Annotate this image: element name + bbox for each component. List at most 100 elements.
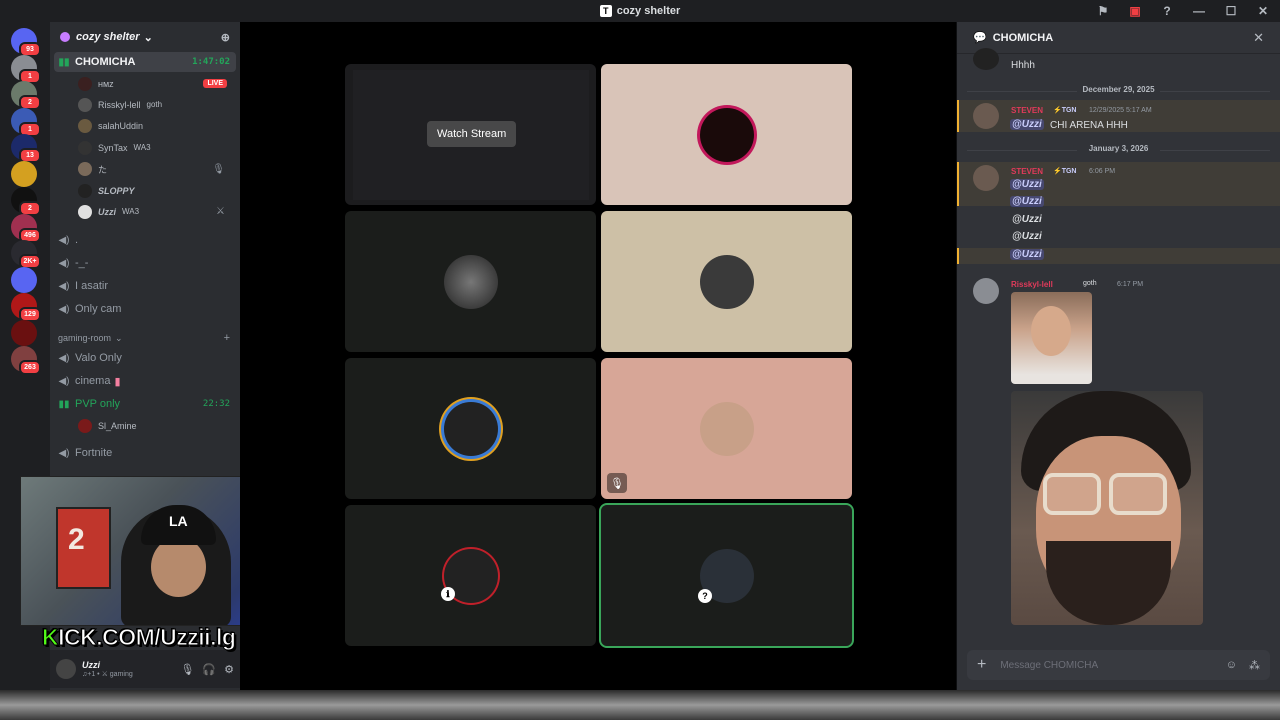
watch-stream-button[interactable]: Watch Stream bbox=[427, 121, 517, 147]
server-icon[interactable]: 1 bbox=[11, 54, 41, 84]
voice-user[interactable]: Uzzi WA3 ⚔ bbox=[78, 202, 233, 221]
user-name: Sl_Amine bbox=[98, 420, 137, 431]
inbox-icon[interactable]: ⚑ bbox=[1096, 4, 1110, 18]
voice-user[interactable]: SLOPPY bbox=[78, 181, 233, 200]
message-timestamp: 6:06 PM bbox=[1089, 168, 1116, 175]
microphone-icon[interactable]: 🎙 bbox=[180, 663, 194, 676]
message-text: CHI ARENA HHH bbox=[1050, 120, 1128, 131]
avatar bbox=[443, 254, 498, 309]
voice-channel-asatir[interactable]: ◀) I asatir bbox=[54, 276, 236, 296]
server-icon[interactable]: 2 bbox=[11, 81, 41, 110]
server-icon[interactable] bbox=[11, 160, 37, 187]
image-attachment[interactable] bbox=[1011, 391, 1203, 625]
message-author[interactable]: Risskyl-lell bbox=[1011, 280, 1053, 289]
help-icon[interactable]: ? bbox=[1160, 4, 1174, 18]
maximize-button[interactable]: ☐ bbox=[1224, 4, 1238, 18]
voice-user[interactable]: た 🎙 bbox=[78, 160, 233, 179]
avatar[interactable] bbox=[973, 278, 999, 304]
server-icon[interactable] bbox=[11, 319, 37, 346]
voice-channel-valo[interactable]: ◀) Valo Only bbox=[54, 348, 236, 368]
avatar bbox=[699, 254, 754, 309]
mention-highlight bbox=[957, 248, 1280, 264]
speaker-icon: ◀) bbox=[58, 352, 70, 364]
message-author[interactable]: STEVEN bbox=[1011, 167, 1043, 176]
server-icon[interactable]: 496 bbox=[11, 213, 41, 243]
voice-channel-only-cam[interactable]: ◀) Only cam bbox=[54, 299, 236, 319]
gear-icon[interactable]: ⚙ bbox=[224, 663, 234, 676]
emoji-icon[interactable]: ☺ bbox=[1226, 659, 1237, 672]
voice-user-sl-amine[interactable]: Sl_Amine bbox=[78, 416, 233, 435]
stream-tile[interactable]: Watch Stream bbox=[345, 64, 596, 205]
voice-user[interactable]: SynTax WA3 bbox=[78, 138, 233, 157]
voice-channel-dot[interactable]: ◀). bbox=[54, 230, 236, 250]
server-icon[interactable] bbox=[11, 266, 37, 293]
close-window-button[interactable]: ✕ bbox=[1256, 4, 1270, 18]
attachment-beard bbox=[1046, 541, 1171, 625]
speaker-icon: ◀) bbox=[58, 447, 70, 459]
voice-channel-cinema[interactable]: ◀) cinema ▮ bbox=[54, 371, 236, 391]
voice-channel-chomicha[interactable]: ▮▮ CHOMICHA 1:47:02 bbox=[54, 52, 236, 72]
server-icon[interactable]: 129 bbox=[11, 293, 41, 322]
avatar[interactable] bbox=[973, 165, 999, 191]
live-badge: LIVE bbox=[203, 79, 227, 88]
headphones-icon[interactable]: 🎧 bbox=[202, 663, 216, 676]
chevron-down-icon: ⌄ bbox=[115, 332, 123, 343]
voice-channel-fortnite[interactable]: ◀) Fortnite bbox=[54, 443, 236, 463]
date-divider: December 29, 2025 bbox=[967, 85, 1270, 97]
user-name: SLOPPY bbox=[98, 185, 135, 196]
participant-tile[interactable] bbox=[345, 358, 596, 499]
server-icon[interactable]: 263 bbox=[11, 346, 41, 375]
user-mention[interactable]: @Uzzi bbox=[1010, 249, 1044, 260]
voice-channel-dashes[interactable]: ◀) -_- bbox=[54, 253, 236, 273]
speaker-icon: ◀) bbox=[58, 280, 70, 292]
server-icon[interactable]: 2K+ bbox=[11, 240, 41, 269]
author-badge: goth bbox=[1083, 280, 1097, 287]
server-header[interactable]: cozy shelter ⌄ ⊕ bbox=[50, 22, 240, 52]
avatar[interactable] bbox=[56, 659, 76, 679]
voice-channel-pvp[interactable]: ▮▮ PVP only 22:32 bbox=[54, 394, 236, 414]
screen-share-icon[interactable]: ▣ bbox=[1128, 4, 1142, 18]
image-attachment[interactable] bbox=[1011, 292, 1092, 384]
participant-tile[interactable]: 🎙 bbox=[601, 358, 852, 499]
user-status: ♫+1 • ⚔ gaming bbox=[82, 671, 133, 678]
voice-user[interactable]: Risskyl-lell goth bbox=[78, 95, 233, 114]
attach-plus-icon[interactable]: + bbox=[977, 656, 986, 674]
message-input[interactable]: Message CHOMICHA bbox=[1000, 660, 1098, 671]
voice-user[interactable]: ʜᴍᴢ LIVE bbox=[78, 74, 233, 93]
streamer-face bbox=[151, 537, 206, 597]
avatar[interactable] bbox=[973, 103, 999, 129]
category-gaming-room[interactable]: gaming-room ⌄ + bbox=[58, 330, 236, 346]
user-mention[interactable]: @Uzzi bbox=[1010, 214, 1044, 225]
user-name: Risskyl-lell bbox=[98, 99, 141, 110]
user-mention[interactable]: @Uzzi bbox=[1010, 196, 1044, 207]
chevron-down-icon: ⌄ bbox=[143, 31, 153, 44]
avatar bbox=[78, 119, 92, 134]
message-text: Hhhh bbox=[1011, 60, 1035, 71]
channel-name: cinema bbox=[75, 375, 111, 387]
minimize-button[interactable]: — bbox=[1192, 4, 1206, 18]
server-icon[interactable]: 2 bbox=[11, 187, 41, 216]
server-icon[interactable]: 13 bbox=[11, 134, 41, 163]
user-mention[interactable]: @Uzzi bbox=[1010, 179, 1044, 190]
apps-icon[interactable]: ⁂ bbox=[1249, 659, 1260, 672]
background-strip bbox=[0, 690, 1280, 720]
add-friend-icon[interactable]: ⊕ bbox=[221, 31, 230, 44]
speaker-icon: ◀) bbox=[58, 234, 70, 246]
participant-tile[interactable] bbox=[345, 211, 596, 352]
add-channel-icon[interactable]: + bbox=[224, 332, 230, 344]
participant-tile[interactable] bbox=[601, 211, 852, 352]
server-icon[interactable]: 1 bbox=[11, 107, 41, 137]
voice-user[interactable]: salahUddin bbox=[78, 117, 233, 136]
participant-tile[interactable] bbox=[601, 64, 852, 205]
participant-tile-speaking[interactable]: ? bbox=[599, 503, 854, 648]
avatar bbox=[78, 204, 92, 219]
user-mention[interactable]: @Uzzi bbox=[1010, 231, 1044, 242]
avatar bbox=[78, 140, 92, 155]
user-mention[interactable]: @Uzzi bbox=[1010, 119, 1044, 130]
message-author[interactable]: STEVEN bbox=[1011, 106, 1043, 115]
participant-tile[interactable]: ℹ bbox=[345, 505, 596, 646]
channel-name: Valo Only bbox=[75, 352, 122, 364]
server-icon[interactable]: 93 bbox=[11, 28, 41, 57]
avatar bbox=[78, 162, 92, 177]
close-icon[interactable]: ✕ bbox=[1253, 30, 1264, 46]
